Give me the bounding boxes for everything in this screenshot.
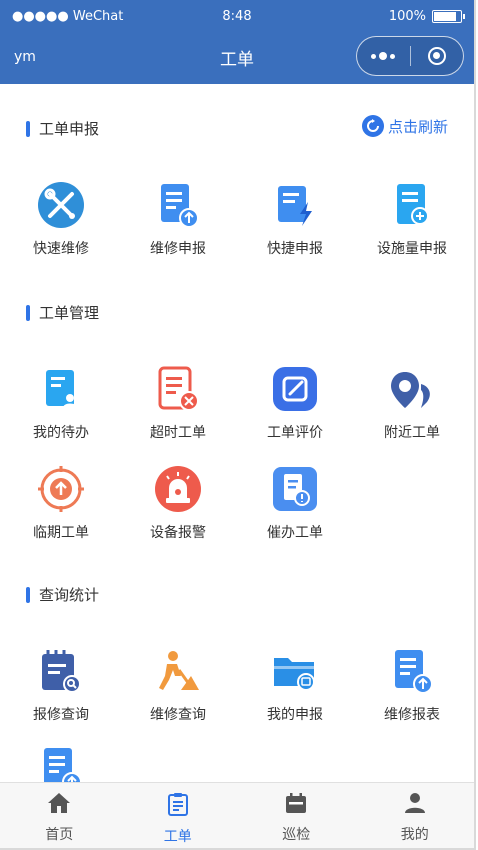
tab-label: 巡检 <box>282 827 311 843</box>
clipboard-icon <box>167 793 188 816</box>
section-title-report: 工单申报 <box>26 118 99 139</box>
grid-item-label: 超时工单 <box>150 425 206 441</box>
clock-arrow-icon <box>36 464 86 514</box>
tab-bar: 首页 工单 巡检 我的 <box>0 782 475 848</box>
more-dots-icon <box>371 52 396 60</box>
grid-item-label: 快速维修 <box>33 241 89 257</box>
nav-bar: ym 工单 <box>0 32 474 84</box>
grid-item-quick-repair[interactable]: 快速维修 <box>11 180 111 258</box>
tab-mine[interactable]: 我的 <box>356 783 475 848</box>
home-icon <box>48 793 71 813</box>
folder-icon <box>270 646 320 696</box>
grid-item-label: 我的申报 <box>267 707 323 723</box>
document-alert-icon <box>270 464 320 514</box>
location-icon <box>387 364 437 414</box>
document-upload-icon <box>387 646 437 696</box>
section-marker <box>26 120 30 137</box>
target-icon <box>427 47 446 65</box>
grid-item-label: 维修查询 <box>150 707 206 723</box>
refresh-label: 点击刷新 <box>387 117 448 136</box>
wrench-icon <box>36 180 86 230</box>
grid-item-label: 我的待办 <box>33 425 89 441</box>
grid-item-urge[interactable]: 催办工单 <box>245 464 345 542</box>
battery-percent: 100% <box>388 9 426 24</box>
grid-item-repair-query[interactable]: 报修查询 <box>11 646 111 724</box>
tab-home[interactable]: 首页 <box>0 783 119 848</box>
document-close-icon <box>153 364 203 414</box>
miniprogram-capsule <box>356 36 464 76</box>
top-bar: ●●●●● WeChat 8:48 100% ym 工单 <box>0 0 474 84</box>
tab-label: 我的 <box>400 827 429 843</box>
grid-item-label: 临期工单 <box>33 525 89 541</box>
grid-item-label: 设施量申报 <box>377 241 447 257</box>
grid-item-overdue[interactable]: 超时工单 <box>128 364 228 442</box>
calendar-icon <box>286 793 307 813</box>
grid-item-label: 快捷申报 <box>267 241 323 257</box>
user-icon <box>404 793 425 813</box>
edit-icon <box>270 364 320 414</box>
grid-item-label: 催办工单 <box>267 525 323 541</box>
battery-indicator: 100% <box>388 9 465 24</box>
section-title-text: 查询统计 <box>39 586 100 604</box>
grid-item-evaluation[interactable]: 工单评价 <box>245 364 345 442</box>
grid-item-my-todo[interactable]: 我的待办 <box>11 364 111 442</box>
document-upload-icon <box>153 180 203 230</box>
refresh-button[interactable]: 点击刷新 <box>361 115 448 137</box>
section-marker <box>26 304 30 321</box>
document-user-icon <box>36 364 86 414</box>
section-marker <box>26 586 30 603</box>
notebook-search-icon <box>36 646 86 696</box>
grid-item-label: 维修申报 <box>150 241 206 257</box>
section-title-query: 查询统计 <box>26 584 99 605</box>
close-miniprogram-button[interactable] <box>411 37 464 75</box>
tab-workorder[interactable]: 工单 <box>119 783 238 848</box>
grid-item-facility-report[interactable]: 设施量申报 <box>362 180 462 258</box>
document-lightning-icon <box>270 180 320 230</box>
refresh-icon <box>361 115 384 137</box>
section-title-text: 工单管理 <box>39 304 100 322</box>
grid-item-repair-report[interactable]: 维修申报 <box>128 180 228 258</box>
worker-shovel-icon <box>153 646 203 696</box>
document-add-icon <box>387 180 437 230</box>
section-title-text: 工单申报 <box>39 120 100 138</box>
section-title-manage: 工单管理 <box>26 302 99 323</box>
tab-label: 工单 <box>163 829 192 845</box>
grid-item-fast-report[interactable]: 快捷申报 <box>245 180 345 258</box>
grid-item-my-report[interactable]: 我的申报 <box>245 646 345 724</box>
alarm-siren-icon <box>153 464 203 514</box>
grid-item-label: 工单评价 <box>267 425 323 441</box>
grid-item-label: 附近工单 <box>384 425 440 441</box>
battery-icon <box>432 10 465 23</box>
status-bar: ●●●●● WeChat 8:48 100% <box>0 0 474 32</box>
tab-inspection[interactable]: 巡检 <box>237 783 356 848</box>
grid-item-expiring[interactable]: 临期工单 <box>11 464 111 542</box>
grid-item-label: 维修报表 <box>384 707 440 723</box>
more-menu-button[interactable] <box>357 37 410 75</box>
app-frame: ●●●●● WeChat 8:48 100% ym 工单 工单申报 点击刷新 快… <box>0 0 476 850</box>
grid-item-repair-statement[interactable]: 维修报表 <box>362 646 462 724</box>
grid-item-label: 报修查询 <box>33 707 89 723</box>
grid-item-label: 设备报警 <box>150 525 206 541</box>
grid-item-nearby[interactable]: 附近工单 <box>362 364 462 442</box>
grid-item-maintenance-query[interactable]: 维修查询 <box>128 646 228 724</box>
grid-item-device-alarm[interactable]: 设备报警 <box>128 464 228 542</box>
tab-label: 首页 <box>45 827 74 843</box>
